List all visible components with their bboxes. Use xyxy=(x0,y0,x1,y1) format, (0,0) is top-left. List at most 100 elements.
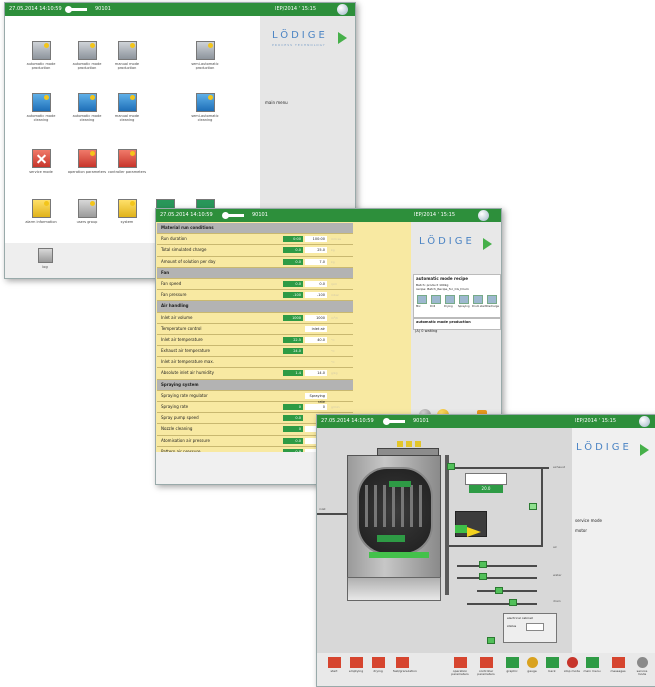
recipe-step-icon[interactable] xyxy=(431,295,441,304)
menu-tile[interactable]: service mode xyxy=(21,149,61,174)
machine-id: 90101 xyxy=(413,418,429,424)
toolbar-button[interactable]: start xyxy=(325,657,343,673)
parameter-label: Material run conditions xyxy=(161,225,214,230)
toolbar-button[interactable]: emptying xyxy=(347,657,365,673)
toolbar-button[interactable]: service mode xyxy=(633,657,651,676)
cleaning-icon xyxy=(31,93,51,112)
air-line-4 xyxy=(477,590,537,592)
setpoint-field[interactable]: inlet air xyxy=(305,325,327,332)
globe-icon[interactable] xyxy=(639,416,650,427)
setpoint-field[interactable]: -100 xyxy=(305,292,327,299)
valve-4[interactable] xyxy=(479,573,487,580)
menu-tile[interactable]: alarm information xyxy=(21,199,61,224)
parameter-label: Fan pressure xyxy=(161,292,187,298)
toolbar-button[interactable]: main menu xyxy=(583,657,601,673)
controller-icon xyxy=(479,657,493,668)
toolbar-button[interactable]: gauge xyxy=(523,657,541,673)
menu-tile[interactable]: semi-automatic production xyxy=(185,41,225,70)
actual-value: 0.0 xyxy=(283,437,303,444)
user-icon xyxy=(77,199,97,218)
menu-tile[interactable]: system xyxy=(107,199,147,224)
recipe-step-icon[interactable] xyxy=(487,295,497,304)
setpoint-field[interactable]: 40.0 xyxy=(305,336,327,343)
machine-id: 90101 xyxy=(252,212,268,218)
parameter-row: Fan pressure -100 -100 mbar xyxy=(157,290,353,302)
key-icon[interactable] xyxy=(383,418,405,425)
actual-value: 24.0 xyxy=(283,348,303,355)
cleaning-operator-icon xyxy=(77,93,97,112)
actual-value: 1000 xyxy=(283,314,303,321)
recipe-step-label: Drill xyxy=(430,305,436,308)
actual-value: 0.0 xyxy=(283,280,303,287)
menu-tile[interactable]: automatic mode production xyxy=(67,41,107,70)
lodige-logo: LÖDIGE PROCESS TECHNOLOGY xyxy=(272,30,347,47)
exhaust-pipe xyxy=(377,448,439,456)
toolbar-button[interactable]: operation parameters xyxy=(451,657,469,676)
menu-tile[interactable]: automatic mode production xyxy=(21,41,61,70)
parameter-label: Run duration xyxy=(161,236,187,242)
parameter-label: Inlet air temperature xyxy=(161,336,203,342)
toolbar-button[interactable]: graphic xyxy=(503,657,521,673)
vertical-line xyxy=(541,467,543,547)
setpoint-field[interactable]: 7.0 xyxy=(305,258,327,265)
chart-icon xyxy=(505,657,519,668)
machine-id: 90101 xyxy=(95,6,111,12)
unit-label: kg xyxy=(331,248,335,253)
toolbar-button[interactable]: back xyxy=(543,657,561,673)
toolbar-button[interactable]: stop mode xyxy=(563,657,581,673)
menu-tile[interactable]: automatic mode cleaning xyxy=(21,93,61,122)
drum-speed-value xyxy=(389,481,411,487)
menu-tile[interactable]: manual mode production xyxy=(107,41,147,70)
nozzle-indicators xyxy=(397,441,421,447)
setpoint-field[interactable]: 100:00 xyxy=(305,236,327,243)
setpoint-field[interactable]: 0.0 xyxy=(305,280,327,287)
valve-1[interactable] xyxy=(447,463,455,470)
recipe-heading: automatic mode recipe xyxy=(416,276,469,281)
key-icon[interactable] xyxy=(222,212,244,219)
parameter-row: Amount of solution per day 0.0 7.0 kg xyxy=(157,257,353,268)
menu-tile[interactable]: semi-automatic cleaning xyxy=(185,93,225,122)
setpoint-field[interactable]: Spraying rate xyxy=(305,392,327,404)
machine-icon xyxy=(327,657,341,668)
recipe-step-icon[interactable] xyxy=(445,295,455,304)
valve-6[interactable] xyxy=(509,599,517,606)
menu-tile[interactable]: operation parameters xyxy=(67,149,107,174)
toolbar-button[interactable]: messages xyxy=(609,657,627,673)
valve-5[interactable] xyxy=(495,587,503,594)
monitor-icon xyxy=(117,199,137,218)
key-icon[interactable] xyxy=(65,6,87,13)
toolbar-button[interactable]: controller parameters xyxy=(477,657,495,676)
valve-7[interactable] xyxy=(487,637,495,644)
side-panel: LÖDIGE service mode motor xyxy=(572,428,655,686)
parameter-row: Temperature control inlet air xyxy=(157,324,353,335)
recipe-step-icon[interactable] xyxy=(473,295,483,304)
menu-tile[interactable]: users group xyxy=(67,199,107,224)
valve-3[interactable] xyxy=(479,561,487,568)
parameter-label: Temperature control xyxy=(161,325,202,331)
setpoint-field[interactable]: 25.0 xyxy=(305,247,327,254)
globe-icon[interactable] xyxy=(337,4,348,15)
recipe-step-icon[interactable] xyxy=(459,295,469,304)
setpoint-field[interactable]: 14.0 xyxy=(305,370,327,377)
air-line-1 xyxy=(449,545,543,547)
machine-icon xyxy=(371,657,385,668)
parameter-label: Amount of solution per day xyxy=(161,258,216,264)
parameter-label: Spraying rate xyxy=(161,404,189,409)
title-bar: 27.05.2014 14:10:59 90101 IEP/2014 ' 15:… xyxy=(5,3,355,16)
globe-icon[interactable] xyxy=(478,210,489,221)
menu-tile[interactable]: controller parameters xyxy=(107,149,147,174)
log-button[interactable]: log xyxy=(25,248,65,269)
electrical-cabinet-panel: electrical cabinet status xyxy=(503,613,557,643)
toolbar-button[interactable]: fast/granulation xyxy=(393,657,417,673)
setpoint-field[interactable]: 1000 xyxy=(305,314,327,321)
recipe-step-icon[interactable] xyxy=(417,295,427,304)
valve-2[interactable] xyxy=(529,503,537,510)
menu-tile[interactable]: automatic mode cleaning xyxy=(67,93,107,122)
parameter-row: Spraying rate 0 0 g/min xyxy=(157,402,353,414)
date-time: 27.05.2014 14:10:59 xyxy=(9,6,62,12)
setpoint-field[interactable]: 0 xyxy=(305,404,327,410)
parameter-row: Fan speed 0.0 0.0 rpm xyxy=(157,279,353,291)
toolbar-button[interactable]: drying xyxy=(369,657,387,673)
menu-tile[interactable]: manual mode cleaning xyxy=(107,93,147,122)
unit-label: °C xyxy=(331,360,335,365)
